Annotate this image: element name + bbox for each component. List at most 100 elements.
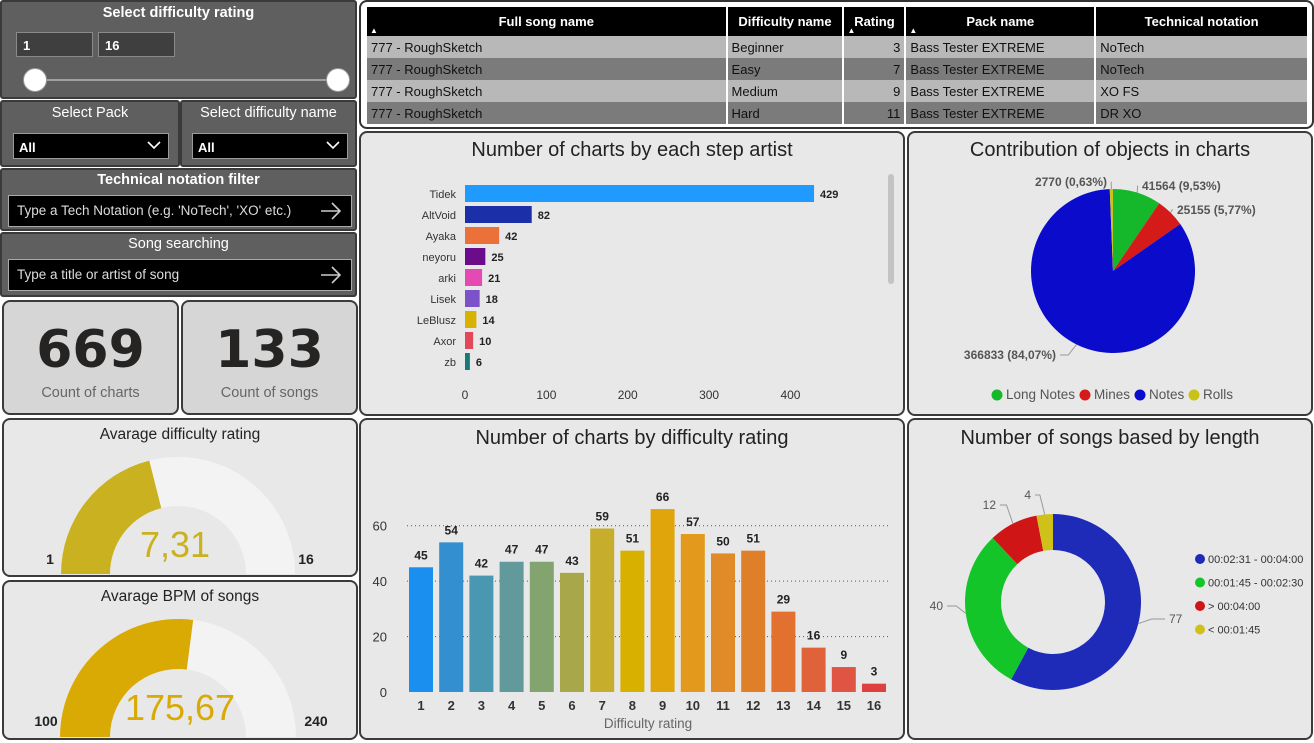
legend-label[interactable]: Notes (1149, 387, 1185, 402)
bar-data-label: 45 (414, 548, 428, 562)
arrow-right-icon[interactable] (319, 200, 343, 222)
min-rating-input[interactable]: 1 (16, 32, 93, 57)
column-header-rating[interactable]: ▲ Rating (843, 7, 907, 36)
artist-label: Lisek (430, 294, 456, 306)
difficulty-bar[interactable] (590, 528, 615, 692)
x-tick-label: 1 (417, 698, 424, 713)
kpi-value: 669 (36, 320, 145, 380)
gauge-chart: 7,31 1 16 (46, 457, 314, 574)
difficulty-bar[interactable] (771, 611, 796, 692)
artist-bar[interactable] (465, 353, 470, 370)
x-tick-label: 3 (478, 698, 485, 713)
gauge-min-label: 1 (46, 551, 54, 567)
gauge-max-label: 16 (298, 551, 314, 567)
difficulty-bar[interactable] (711, 553, 735, 692)
legend-marker (991, 389, 1003, 401)
difficulty-chart-card: Number of charts by difficulty rating 02… (359, 418, 905, 740)
artist-label: Axor (433, 336, 456, 348)
artist-label: LeBlusz (417, 315, 456, 327)
bar-data-label: 14 (482, 315, 495, 327)
cell-song-name: 777 - RoughSketch (367, 102, 728, 124)
song-search-input[interactable]: Type a title or artist of song (8, 259, 352, 291)
objects-pie-card: Contribution of objects in charts 41564 … (907, 131, 1313, 416)
max-rating-input[interactable]: 16 (98, 32, 175, 57)
column-header-technical-notation[interactable]: Technical notation (1095, 7, 1309, 36)
bar-data-label: 29 (777, 593, 791, 607)
table-row[interactable]: 777 - RoughSketch Hard 11 Bass Tester EX… (367, 102, 1309, 124)
artist-bar[interactable] (465, 248, 486, 265)
slider-min-handle[interactable] (23, 68, 47, 92)
artist-bar[interactable] (465, 185, 815, 202)
artist-bar[interactable] (465, 269, 483, 286)
legend-label[interactable]: Mines (1094, 387, 1130, 402)
legend-marker (1188, 389, 1200, 401)
artist-label: Tidek (430, 189, 457, 201)
difficulty-bar[interactable] (801, 647, 826, 692)
legend-label[interactable]: Rolls (1203, 387, 1233, 402)
difficulty-bar[interactable] (650, 509, 675, 692)
gauge-average-difficulty: Avarage difficulty rating 7,31 1 16 (2, 418, 358, 577)
pack-dropdown[interactable]: All (13, 133, 169, 159)
artist-bar[interactable] (465, 290, 480, 307)
artist-bar[interactable] (465, 311, 477, 328)
difficulty-bar[interactable] (831, 667, 856, 692)
slicer-title: Select difficulty rating (102, 5, 255, 21)
kpi-count-of-charts: 669 Count of charts (2, 300, 179, 415)
difficulty-bar[interactable] (560, 572, 584, 692)
x-tick-label: 7 (599, 698, 606, 713)
difficulty-bar[interactable] (469, 575, 494, 692)
chevron-down-icon (326, 141, 340, 150)
difficulty-bar[interactable] (680, 534, 705, 692)
difficulty-name-dropdown[interactable]: All (192, 133, 348, 159)
cell-difficulty-name: Hard (726, 102, 845, 124)
arrow-right-icon[interactable] (319, 264, 343, 286)
sort-arrow-icon: ▲ (909, 26, 918, 35)
dropdown-value: All (19, 140, 36, 155)
difficulty-bar[interactable] (529, 561, 554, 692)
difficulty-bar[interactable] (439, 542, 464, 692)
bar-data-label: 66 (656, 490, 670, 504)
leader-line (1136, 185, 1139, 193)
objects-pie-chart: 41564 (9,53%) 25155 (5,77%) 366833 (84,07%… (964, 175, 1256, 402)
table-row[interactable]: 777 - RoughSketch Medium 9 Bass Tester E… (367, 80, 1309, 102)
x-tick-label: 5 (538, 698, 545, 713)
legend-label[interactable]: > 00:04:00 (1208, 601, 1260, 613)
bar-data-label: 57 (686, 515, 700, 529)
gauge-value: 7,31 (140, 524, 210, 565)
vertical-scrollbar[interactable] (888, 174, 894, 284)
y-tick-label: 60 (373, 519, 387, 534)
input-placeholder: Type a title or artist of song (17, 267, 180, 282)
legend-label[interactable]: 00:02:31 - 00:04:00 (1208, 554, 1303, 566)
artist-bar[interactable] (465, 227, 500, 244)
difficulty-bar[interactable] (409, 567, 433, 692)
table-row[interactable]: 777 - RoughSketch Easy 7 Bass Tester EXT… (367, 58, 1309, 80)
column-header-song-name[interactable]: ▲ Full song name (367, 7, 728, 36)
artist-bar[interactable] (465, 332, 474, 349)
cell-song-name: 777 - RoughSketch (367, 80, 728, 102)
table-row[interactable]: 777 - RoughSketch Beginner 3 Bass Tester… (367, 36, 1309, 58)
legend-label[interactable]: Long Notes (1006, 387, 1075, 402)
artist-bar[interactable] (465, 206, 532, 223)
x-tick-label: 10 (686, 698, 700, 713)
leader-line (1000, 504, 1014, 524)
difficulty-bar[interactable] (741, 550, 766, 692)
cell-difficulty-name: Medium (726, 80, 845, 102)
difficulty-bar[interactable] (862, 683, 886, 692)
column-header-pack-name[interactable]: ▲ Pack name (905, 7, 1097, 36)
column-header-difficulty-name[interactable]: Difficulty name (726, 7, 845, 36)
cell-tech-notation: DR XO (1095, 102, 1309, 124)
pie-data-label: 41564 (9,53%) (1142, 179, 1221, 193)
cell-song-name: 777 - RoughSketch (367, 36, 728, 58)
tech-notation-input[interactable]: Type a Tech Notation (e.g. 'NoTech', 'XO… (8, 195, 352, 227)
legend-label[interactable]: 00:01:45 - 00:02:30 (1208, 578, 1303, 590)
slider-max-handle[interactable] (326, 68, 350, 92)
legend-label[interactable]: < 00:01:45 (1208, 625, 1260, 637)
pie-data-label: 25155 (5,77%) (1177, 203, 1256, 217)
legend-marker (1134, 389, 1146, 401)
filter-title: Song searching (128, 236, 229, 252)
difficulty-bar[interactable] (620, 550, 645, 692)
song-length-donut-chart: 77 40 12 4 00:02:31 - 00:04:00 00:01:45 - 00:… (930, 488, 1303, 690)
chart-details-table: ▲ Full song name Difficulty name ▲ Rating … (367, 7, 1309, 124)
bar-data-label: 43 (565, 554, 579, 568)
difficulty-bar[interactable] (499, 561, 524, 692)
